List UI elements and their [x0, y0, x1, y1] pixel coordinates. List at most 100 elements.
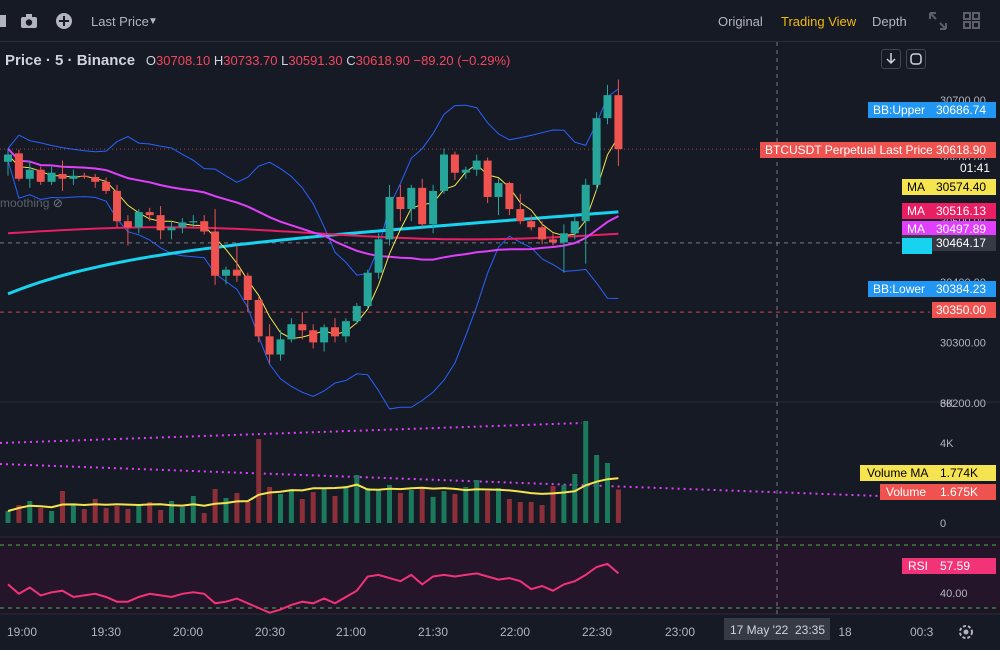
volume-bar	[343, 486, 349, 523]
candle-body	[178, 222, 187, 228]
volume-bar	[5, 511, 11, 523]
volume-bar	[201, 513, 207, 523]
volume-bar	[452, 494, 458, 523]
volume-tick-label: 4K	[940, 438, 954, 450]
candle-body	[559, 233, 568, 243]
ohlc-legend: Price · 5 · Binance O30708.10 H30733.70 …	[5, 52, 510, 69]
time-crosshair-time: 23:35	[795, 623, 825, 637]
candle-body	[167, 227, 176, 231]
close-value: 30618.90	[355, 53, 410, 68]
candle-body	[123, 221, 132, 228]
time-tick-label: 20:00	[173, 625, 203, 639]
volume-tick-label: 6K	[940, 398, 954, 410]
symbol-title: Price · 5 · Binance	[5, 52, 136, 69]
ma-yellow-label-name: MA	[907, 180, 925, 194]
high-value: 30733.70	[223, 53, 278, 68]
reset-scale-button[interactable]	[906, 49, 926, 69]
candle-body	[145, 212, 154, 216]
time-tick-day: 18	[838, 625, 852, 639]
candle-body	[396, 196, 405, 210]
volume-ma-value: 1.774K	[940, 466, 978, 480]
open-label: O	[145, 53, 157, 68]
rsi-tick-label: 40.00	[940, 588, 968, 600]
scroll-down-button[interactable]	[881, 49, 901, 69]
volume-tick-label: 0	[940, 518, 946, 530]
settings-gear-icon[interactable]	[956, 622, 976, 642]
volume-bar	[496, 488, 501, 523]
ma-cyan-tag	[902, 238, 932, 254]
volume-bar	[60, 491, 65, 523]
rsi-value: 57.59	[940, 559, 970, 573]
chart-canvas[interactable]: 30700.0030600.0030500.0030400.0030300.00…	[0, 0, 1000, 650]
level-label-value: 30350.00	[936, 303, 986, 317]
candle-body	[549, 239, 557, 243]
volume-bar	[365, 488, 371, 523]
candle-body	[581, 184, 590, 222]
candle-body	[614, 95, 623, 150]
ma-magenta-label-value: 30497.89	[936, 222, 986, 236]
candle-body	[440, 154, 448, 191]
candle-body	[592, 118, 601, 185]
candle-body	[472, 160, 481, 170]
bb-lower-label-value: 30384.23	[936, 282, 986, 296]
volume-trendline	[0, 463, 881, 497]
volume-bar	[125, 509, 131, 523]
candle-body	[232, 269, 241, 276]
candle-body	[102, 181, 111, 191]
open-value: 30708.10	[156, 53, 211, 68]
candle-body	[450, 154, 459, 173]
time-tick-label: 23:00	[665, 625, 695, 639]
last-price-countdown: 01:41	[960, 161, 990, 175]
volume-bar	[419, 487, 425, 523]
volume-bar	[278, 494, 283, 523]
time-tick-label: 19:30	[91, 625, 121, 639]
volume-bar	[299, 499, 305, 523]
volume-bar	[474, 480, 480, 523]
candle-body	[603, 95, 612, 119]
volume-bar	[70, 504, 76, 523]
candle-body	[505, 183, 514, 210]
time-tick-label: 19:00	[7, 625, 37, 639]
hide-eye-icon[interactable]: ⊘	[53, 196, 63, 210]
volume-bar	[463, 487, 469, 523]
volume-bar	[310, 492, 316, 523]
candle-body	[320, 327, 329, 343]
volume-bar	[506, 499, 512, 523]
volume-ma-name: Volume MA	[867, 466, 928, 480]
volume-bar	[430, 497, 436, 523]
candle-body	[527, 221, 536, 228]
candle-body	[538, 227, 547, 240]
ma-red-label-value: 30516.13	[936, 204, 986, 218]
candle-body	[254, 299, 263, 337]
candle-body	[14, 153, 23, 179]
volume-bar	[288, 490, 294, 523]
candle-body	[429, 190, 438, 225]
volume-bar	[256, 439, 262, 523]
candle-body	[69, 175, 78, 179]
time-tick-label: 20:30	[255, 625, 285, 639]
volume-bar	[92, 499, 98, 523]
time-tick-label: 22:30	[582, 625, 612, 639]
high-label: H	[213, 53, 224, 68]
candle-body	[91, 176, 100, 182]
candle-body	[494, 183, 503, 197]
candle-body	[418, 187, 427, 225]
ma-cyan-line	[7, 210, 619, 296]
volume-bar	[605, 463, 610, 523]
candle-body	[4, 154, 12, 162]
rsi-band-bg	[0, 545, 1000, 608]
volume-bar	[49, 511, 55, 523]
bb-upper-label-value: 30686.74	[936, 103, 986, 117]
close-label: C	[346, 53, 356, 68]
volume-bar	[114, 506, 120, 523]
candle-body	[407, 187, 416, 210]
candle-body	[156, 215, 165, 231]
volume-trendline	[0, 422, 583, 444]
candle-body	[352, 306, 361, 322]
candle-body	[363, 272, 372, 307]
price-tick-label: 30300.00	[940, 337, 986, 349]
time-tick-label: 00:3	[910, 625, 934, 639]
change-value: −89.20 (−0.29%)	[413, 53, 511, 68]
volume-bar	[517, 502, 523, 523]
candle-body	[385, 196, 394, 240]
